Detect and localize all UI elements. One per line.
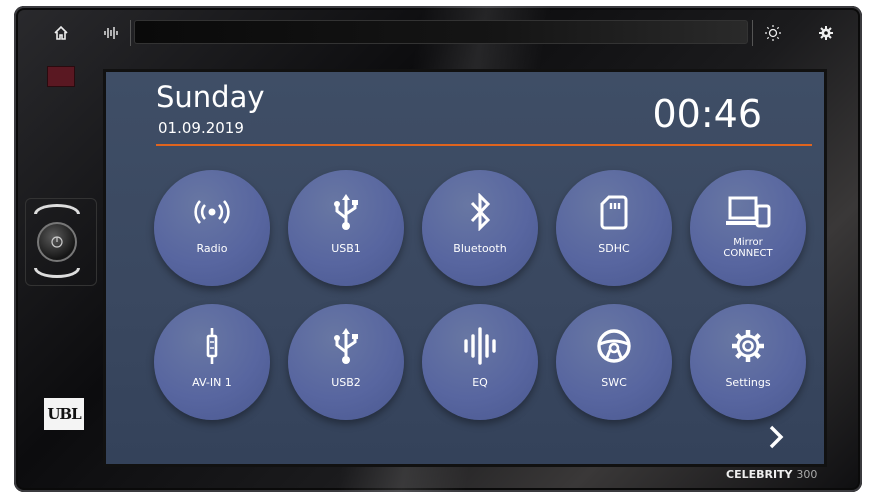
- tile-label: EQ: [472, 376, 488, 389]
- model-label: CELEBRITY 300: [726, 468, 817, 481]
- audio-button[interactable]: [92, 20, 131, 46]
- settings-gear-icon: [732, 330, 764, 362]
- mirror-connect-button[interactable]: Mirror CONNECT: [690, 170, 806, 286]
- date-label: 01.09.2019: [158, 119, 244, 137]
- settings-button[interactable]: Settings: [690, 304, 806, 420]
- model-number: 300: [796, 468, 818, 481]
- side-panel: [33, 94, 104, 194]
- bluetooth-icon: [470, 193, 491, 231]
- tile-label-line1: Mirror: [733, 237, 763, 248]
- brightness-button[interactable]: [752, 20, 793, 46]
- top-status-strip: [134, 20, 748, 44]
- eq-bars-icon: [464, 327, 496, 365]
- tile-label-line2: CONNECT: [723, 248, 773, 259]
- swc-button[interactable]: SWC: [556, 304, 672, 420]
- radio-button[interactable]: Radio: [154, 170, 270, 286]
- clock: 00:46: [652, 92, 762, 136]
- power-icon: [51, 236, 63, 248]
- main-screen: Sunday 01.09.2019 00:46 Radio USB1 Bluet…: [106, 72, 824, 464]
- tile-label: USB2: [331, 376, 361, 389]
- usb-icon: [334, 328, 358, 364]
- model-name: CELEBRITY: [726, 468, 793, 481]
- sun-icon: [765, 25, 781, 41]
- usb-icon: [334, 194, 358, 230]
- usb1-button[interactable]: USB1: [288, 170, 404, 286]
- home-button[interactable]: [46, 20, 76, 46]
- aux-plug-icon: [206, 328, 218, 364]
- next-page-button[interactable]: [764, 422, 788, 452]
- header-divider: [156, 144, 812, 146]
- eq-button[interactable]: EQ: [422, 304, 538, 420]
- tile-label: AV-IN 1: [192, 376, 232, 389]
- brand-logo: UBL: [44, 398, 84, 430]
- steering-wheel-icon: [597, 329, 631, 363]
- radio-signal-icon: [194, 200, 230, 224]
- system-settings-button[interactable]: [808, 20, 844, 46]
- bluetooth-button[interactable]: Bluetooth: [422, 170, 538, 286]
- status-led: [47, 66, 75, 87]
- equalizer-icon: [104, 27, 118, 39]
- tile-label: SWC: [601, 376, 627, 389]
- tile-label: Radio: [196, 242, 228, 255]
- power-volume-knob[interactable]: [37, 222, 77, 262]
- gear-icon: [819, 26, 833, 40]
- tile-label: USB1: [331, 242, 361, 255]
- tile-label: SDHC: [598, 242, 630, 255]
- mirror-connect-icon: [726, 196, 771, 228]
- chevron-right-icon: [769, 425, 784, 449]
- av-in-1-button[interactable]: AV-IN 1: [154, 304, 270, 420]
- sdhc-button[interactable]: SDHC: [556, 170, 672, 286]
- tile-label: Mirror CONNECT: [696, 237, 800, 259]
- tile-label: Bluetooth: [453, 242, 507, 255]
- usb2-button[interactable]: USB2: [288, 304, 404, 420]
- day-label: Sunday: [156, 80, 265, 114]
- home-icon: [54, 25, 68, 40]
- sd-card-icon: [600, 195, 628, 230]
- tile-label: Settings: [725, 376, 771, 389]
